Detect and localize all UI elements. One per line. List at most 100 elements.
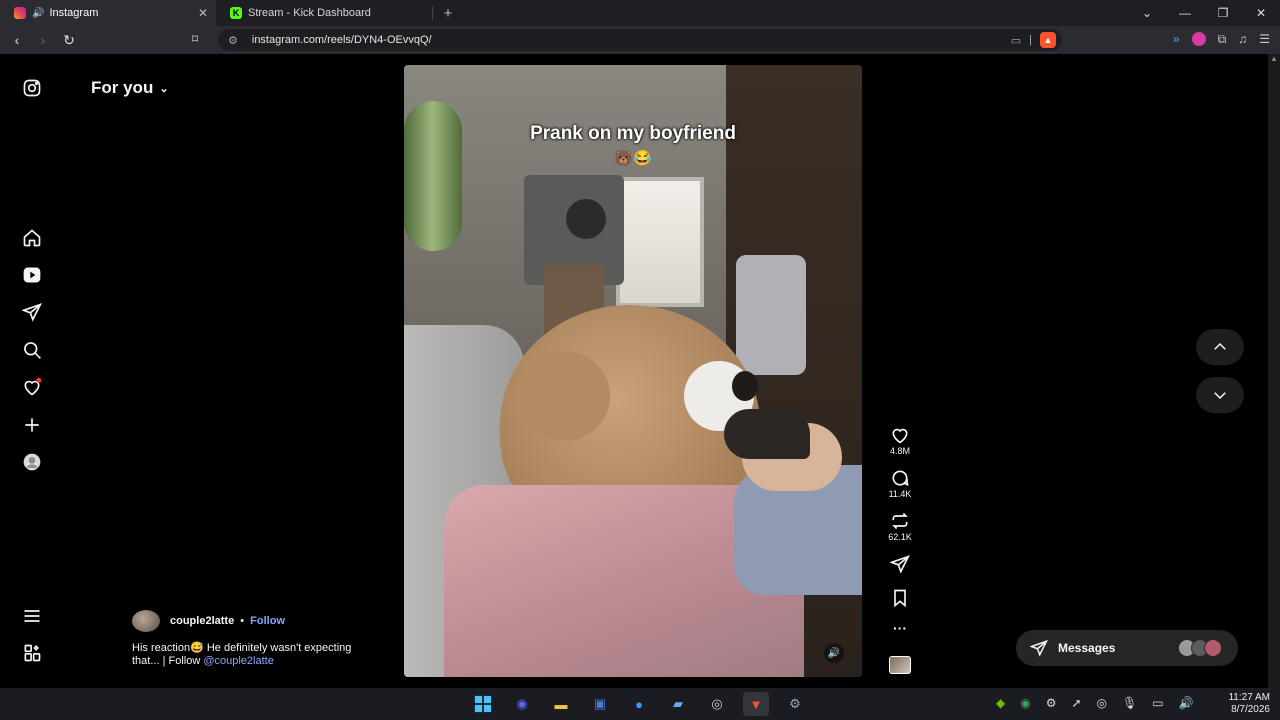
like-count: 4.8M — [889, 446, 910, 456]
chevron-down-icon — [1214, 392, 1226, 400]
address-divider: | — [1029, 34, 1032, 46]
new-tab-button[interactable]: + — [433, 5, 463, 22]
discord-icon[interactable]: ◉ — [509, 692, 535, 716]
feed-title: For you — [91, 78, 154, 97]
forward-icon[interactable]: › — [30, 32, 56, 48]
tab-list-button[interactable]: ⌄ — [1128, 6, 1166, 20]
comment-count: 11.4K — [888, 489, 912, 499]
messages-icon[interactable] — [20, 300, 44, 324]
meta-apps-icon[interactable] — [20, 641, 44, 665]
profile-extension-icon[interactable] — [1191, 32, 1206, 46]
volume-icon[interactable]: 🔊 — [1179, 696, 1194, 710]
minimize-button[interactable]: — — [1166, 6, 1204, 20]
video-person-cap — [724, 409, 810, 459]
game-bar-icon[interactable]: ▰ — [665, 692, 691, 716]
instagram-logo-icon[interactable] — [20, 76, 44, 100]
taskbar-apps: ◉ ▬ ▣ ● ▰ ◎ ▼ ⚙ — [470, 692, 808, 716]
repost-button[interactable]: 62.1K — [884, 511, 916, 542]
address-bar-actions: ▭ | ▲ — [1011, 32, 1056, 48]
send-icon — [1030, 639, 1048, 657]
more-options-icon[interactable]: ··· — [884, 620, 916, 636]
chevron-down-icon: ⌄ — [159, 82, 169, 95]
messages-drawer-button[interactable]: Messages — [1016, 630, 1238, 666]
translate-extension-icon[interactable]: » — [1173, 32, 1180, 47]
clock[interactable]: 11:27 AM 8/7/2026 — [1228, 692, 1270, 716]
video-caption-title: Prank on my boyfriend — [530, 123, 736, 144]
app-icon[interactable]: ▣ — [587, 692, 613, 716]
reel-video[interactable]: Prank on my boyfriend 🐻😂 🔊 — [404, 65, 862, 677]
video-window-scene — [616, 177, 704, 307]
speaker-icon[interactable]: 🔊 — [32, 8, 44, 19]
send-icon — [890, 555, 910, 574]
nvidia-icon[interactable]: ◆ — [996, 696, 1005, 710]
comment-button[interactable]: 11.4K — [884, 468, 916, 499]
page-scrollbar[interactable]: ▲ — [1268, 54, 1280, 688]
close-tab-icon[interactable]: ✕ — [198, 6, 208, 20]
tray-app-icon[interactable]: ◎ — [1097, 696, 1107, 710]
url-text: instagram.com/reels/DYN4-OEvvqQ/ — [251, 34, 432, 46]
create-plus-icon[interactable] — [20, 413, 44, 437]
extensions-area: » ⧉ ♫ ☰ — [1173, 32, 1270, 47]
chevron-up-icon — [1214, 342, 1226, 350]
menu-icon[interactable]: ☰ — [1259, 32, 1270, 47]
cast-icon[interactable]: ▭ — [1011, 34, 1021, 47]
notifications-heart-icon[interactable] — [20, 375, 44, 399]
tray-app-icon[interactable]: ◉ — [1020, 696, 1030, 710]
mention-link[interactable]: @couple2latte — [203, 655, 274, 667]
save-button[interactable] — [884, 588, 916, 608]
more-menu-icon[interactable] — [20, 604, 44, 628]
site-settings-icon[interactable]: ⚙ — [228, 34, 238, 47]
reload-icon[interactable]: ↻ — [56, 32, 82, 49]
close-window-button[interactable]: ✕ — [1242, 6, 1280, 20]
window-controls: ⌄ — ❐ ✕ — [1128, 0, 1280, 26]
search-icon[interactable] — [20, 338, 44, 362]
tray-cursor-icon[interactable]: ➚ — [1071, 696, 1081, 710]
microphone-icon[interactable]: 🎙 — [1122, 696, 1137, 710]
heart-icon — [892, 428, 908, 444]
tab-label: Instagram — [49, 7, 99, 19]
browser-window: 🔊 Instagram ✕ K Stream - Kick Dashboard … — [0, 0, 1280, 720]
video-bear-nose — [732, 371, 758, 401]
previous-reel-button[interactable] — [1196, 329, 1244, 365]
back-icon[interactable]: ‹ — [4, 32, 30, 48]
feed-selector[interactable]: For you ⌄ — [91, 78, 169, 98]
follow-button[interactable]: Follow — [250, 615, 285, 627]
username-link[interactable]: couple2latte — [170, 615, 234, 627]
windows-logo-icon — [474, 695, 492, 713]
start-button[interactable] — [470, 692, 496, 716]
separator: • — [240, 615, 245, 627]
avatar[interactable] — [132, 610, 160, 632]
tab-kick-dashboard[interactable]: K Stream - Kick Dashboard — [216, 0, 432, 26]
tray-settings-icon[interactable]: ⚙ — [1046, 696, 1057, 710]
brave-shield-icon[interactable]: ▲ — [1040, 32, 1056, 48]
comment-icon — [892, 470, 909, 486]
bookmark-icon — [894, 589, 906, 608]
tab-instagram[interactable]: 🔊 Instagram ✕ — [0, 0, 216, 26]
like-button[interactable]: 4.8M — [884, 425, 916, 456]
system-tray: ◆ ◉ ⚙ ➚ ◎ 🎙 ▭ 🔊 — [996, 696, 1194, 710]
network-icon[interactable]: ▭ — [1152, 696, 1163, 710]
steam-icon[interactable]: ◎ — [704, 692, 730, 716]
avatar — [1204, 639, 1222, 657]
file-explorer-icon[interactable]: ▬ — [548, 692, 574, 716]
profile-avatar-icon[interactable] — [20, 450, 44, 474]
audio-thumbnail[interactable] — [889, 656, 911, 674]
restore-button[interactable]: ❐ — [1204, 6, 1242, 20]
share-button[interactable] — [884, 554, 916, 574]
mute-toggle-icon[interactable]: 🔊 — [824, 643, 844, 663]
settings-gear-icon[interactable]: ⚙ — [782, 692, 808, 716]
bookmark-icon[interactable]: ⌑ — [192, 32, 198, 46]
extensions-icon[interactable]: ⧉ — [1218, 32, 1227, 47]
tab-bar: 🔊 Instagram ✕ K Stream - Kick Dashboard … — [0, 0, 1280, 26]
brave-browser-icon[interactable]: ▼ — [743, 692, 769, 716]
scroll-up-icon[interactable]: ▲ — [1268, 54, 1280, 63]
clock-time: 11:27 AM — [1228, 692, 1270, 703]
browser-app-icon[interactable]: ● — [626, 692, 652, 716]
address-bar[interactable]: ⚙ instagram.com/reels/DYN4-OEvvqQ/ ▭ | ▲ — [218, 29, 1062, 51]
reels-icon[interactable] — [20, 263, 44, 287]
video-bear-ear — [520, 351, 610, 441]
media-icon[interactable]: ♫ — [1238, 32, 1247, 47]
next-reel-button[interactable] — [1196, 377, 1244, 413]
instagram-page: For you ⌄ Prank on my boyfriend 🐻😂 🔊 4.8… — [0, 54, 1268, 688]
home-icon[interactable] — [20, 226, 44, 250]
